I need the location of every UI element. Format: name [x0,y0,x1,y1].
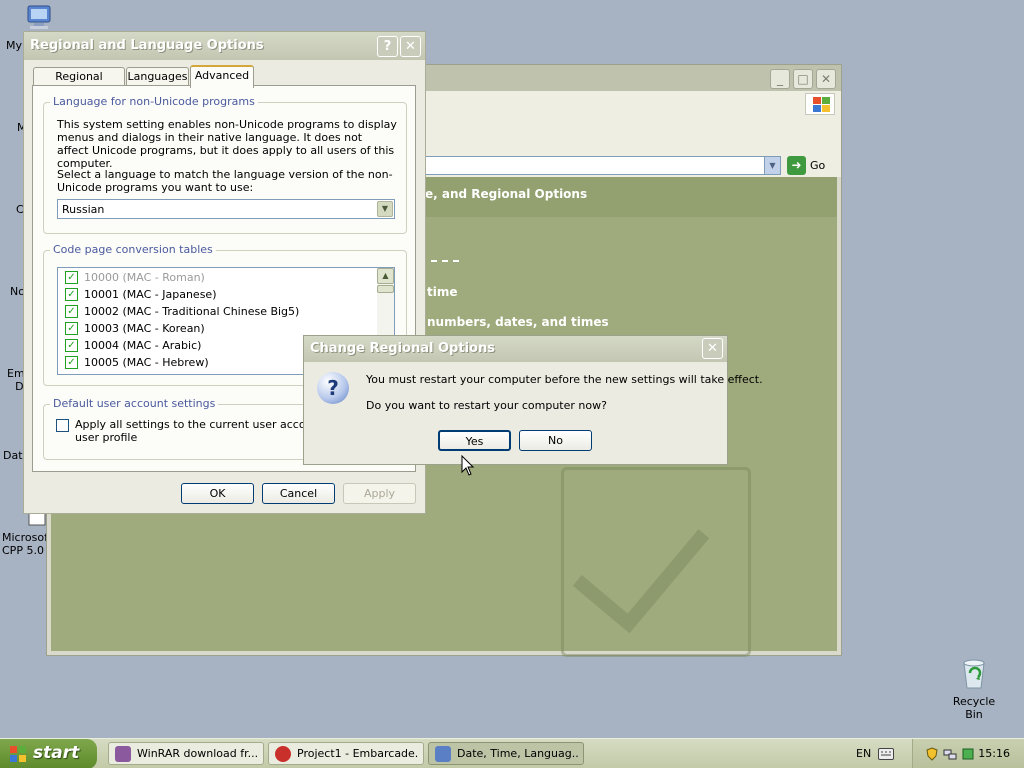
chevron-down-icon[interactable]: ▼ [764,157,780,174]
no-button[interactable]: No [519,430,592,451]
tab-languages[interactable]: Languages [126,67,189,87]
ok-button[interactable]: OK [181,483,254,504]
question-icon: ? [317,372,349,404]
message-titlebar[interactable]: Change Regional Options ✕ [304,336,727,362]
windows-logo-icon [805,93,835,115]
chevron-down-icon[interactable]: ▼ [377,201,393,217]
help-icon[interactable]: ? [377,36,398,57]
task-change-formats[interactable]: numbers, dates, and times [427,315,609,329]
dialog-title: Regional and Language Options [30,38,264,53]
minimize-icon[interactable]: _ [770,69,790,89]
taskbar: start WinRAR download fr... Project1 - E… [0,738,1024,768]
dialog-titlebar[interactable]: Regional and Language Options ? ✕ [24,32,425,60]
my-computer-icon[interactable] [24,4,56,32]
default-user-legend: Default user account settings [50,397,219,410]
go-arrow-icon[interactable]: ➜ [787,156,806,175]
keyboard-icon[interactable] [878,748,894,760]
go-button-label[interactable]: Go [810,159,825,172]
embarcadero-icon [275,746,291,762]
message-title: Change Regional Options [310,341,495,356]
list-item-label: 10005 (MAC - Hebrew) [84,356,209,369]
checkbox[interactable]: ✓ [65,322,78,335]
taskbar-item-label: Date, Time, Languag... [457,747,579,760]
system-tray: 15:16 [912,739,1024,768]
checklist-watermark-icon [561,467,751,657]
list-item-label: 10002 (MAC - Traditional Chinese Big5) [84,305,300,318]
taskbar-item-winrar[interactable]: WinRAR download fr... [108,742,264,765]
change-regional-options-dialog: Change Regional Options ✕ ? You must res… [303,335,763,465]
clock[interactable]: 15:16 [978,747,1010,760]
microsoft-cpp-icon[interactable] [28,512,46,526]
desktop-icon-label-my[interactable]: My [6,39,22,52]
address-input[interactable]: ▼ [407,156,781,175]
taskbar-item-label: WinRAR download fr... [137,747,259,760]
tab-advanced[interactable]: Advanced [190,65,254,88]
selected-language: Russian [62,203,105,216]
mouse-cursor-icon [461,455,475,476]
checkbox[interactable]: ✓ [65,305,78,318]
list-item-label: 10001 (MAC - Japanese) [84,288,217,301]
maximize-icon[interactable]: □ [793,69,813,89]
checkbox[interactable]: ✓ [65,356,78,369]
non-unicode-group: Language for non-Unicode programs This s… [43,95,407,234]
scrollbar-thumb[interactable] [377,285,394,293]
chevron-up-icon[interactable]: ▲ [377,268,394,284]
tab-regional-options[interactable]: Regional Options [33,67,125,101]
control-panel-icon [435,746,451,762]
taskbar-item-project1[interactable]: Project1 - Embarcade... [268,742,424,765]
windows-flag-icon [10,746,27,763]
checkbox[interactable]: ✓ [65,271,78,284]
non-unicode-description: This system setting enables non-Unicode … [57,118,397,170]
list-item-label: 10004 (MAC - Arabic) [84,339,202,352]
taskbar-item-label: Project1 - Embarcade... [297,747,419,760]
close-icon[interactable]: ✕ [400,36,421,57]
cancel-button[interactable]: Cancel [262,483,335,504]
checkbox[interactable]: ✓ [56,419,69,432]
checkbox-label-line-2: user profile [75,431,138,444]
category-heading: e, and Regional Options [425,187,588,201]
start-label: start [33,743,80,763]
winrar-icon [115,746,131,762]
recycle-bin-label[interactable]: Recycle Bin [944,695,1004,721]
message-line-2: Do you want to restart your computer now… [366,399,607,412]
divider [431,260,459,262]
apply-button[interactable]: Apply [343,483,416,504]
code-page-legend: Code page conversion tables [50,243,216,256]
checkbox[interactable]: ✓ [65,339,78,352]
start-button[interactable]: start [0,739,97,768]
close-icon[interactable]: ✕ [816,69,836,89]
update-icon[interactable] [961,747,975,761]
non-unicode-legend: Language for non-Unicode programs [50,95,258,108]
checkbox[interactable]: ✓ [65,288,78,301]
language-indicator[interactable]: EN [856,747,871,760]
message-line-1: You must restart your computer before th… [366,373,763,386]
non-unicode-prompt: Select a language to match the language … [57,168,393,194]
network-icon[interactable] [943,747,957,761]
close-icon[interactable]: ✕ [702,338,723,359]
task-change-time[interactable]: time [427,285,458,299]
taskbar-item-date-time[interactable]: Date, Time, Languag... [428,742,584,765]
recycle-bin-icon[interactable] [956,655,992,691]
security-shield-icon[interactable] [925,747,939,761]
list-item-label: 10000 (MAC - Roman) [84,271,205,284]
non-unicode-language-select[interactable]: Russian ▼ [57,199,395,219]
list-item-label: 10003 (MAC - Korean) [84,322,205,335]
yes-button[interactable]: Yes [438,430,511,451]
